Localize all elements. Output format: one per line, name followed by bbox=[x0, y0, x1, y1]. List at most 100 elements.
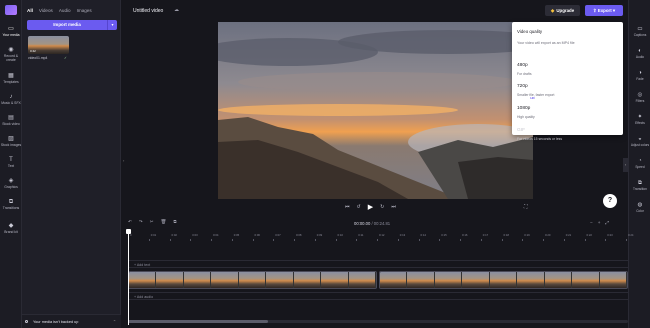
sidebar-item-text[interactable]: T Text bbox=[0, 157, 22, 168]
option-720p[interactable]: 720p Smaller file, faster export bbox=[517, 74, 555, 97]
skip-forward-icon[interactable]: ⏭ bbox=[391, 204, 396, 210]
property-fade[interactable]: ◑ Fade bbox=[629, 70, 650, 81]
ruler-tick-label: 0:20 bbox=[545, 233, 551, 237]
property-captions[interactable]: ▭ Captions bbox=[629, 26, 650, 37]
upgrade-button[interactable]: ◆ Upgrade bbox=[545, 5, 580, 16]
brand-icon: ◆ bbox=[8, 223, 14, 229]
transition-icon: ⧉ bbox=[638, 180, 642, 186]
sidebar-item-stock-images[interactable]: ▨ Stock images bbox=[0, 136, 22, 147]
sidebar-item-record-create[interactable]: ◉ Record & create bbox=[0, 47, 22, 62]
export-button[interactable]: ⇪ Export ▾ bbox=[585, 5, 623, 16]
text-track[interactable]: + Add text bbox=[128, 260, 628, 268]
property-label: Filters bbox=[635, 99, 645, 103]
forward-5s-icon[interactable]: ↻ bbox=[380, 204, 384, 210]
timeline-ruler[interactable]: 0 0:01 0:02 0:03 0:04 0:05 0:06 0:07 0:08 0:09 0:1… bbox=[128, 231, 633, 241]
skip-back-icon[interactable]: ⏮ bbox=[345, 204, 350, 210]
duplicate-icon[interactable]: ⧉ bbox=[173, 219, 176, 225]
zoom-out-icon[interactable]: − bbox=[590, 220, 593, 225]
video-clip[interactable] bbox=[379, 271, 628, 289]
fade-icon: ◑ bbox=[638, 70, 642, 76]
option-480p[interactable]: 480p For drafts bbox=[517, 53, 532, 76]
import-media-label: Import media bbox=[53, 22, 81, 27]
backup-notice[interactable]: Your media isn't backed up ⌃ bbox=[22, 314, 121, 328]
video-preview[interactable] bbox=[218, 22, 533, 199]
properties-rail: ▭ Captions ◐ Audio ◑ Fade ◎ Filters ✦ Effects ◒ Adj… bbox=[628, 0, 650, 328]
clip-frame bbox=[321, 272, 349, 288]
ruler-tick-label: 0:01 bbox=[150, 233, 157, 237]
add-audio-label: + Add audio bbox=[134, 295, 154, 299]
split-icon[interactable]: ✂ bbox=[150, 219, 154, 225]
clip-frame bbox=[489, 272, 518, 288]
tab-all[interactable]: All bbox=[27, 8, 33, 13]
sidebar-item-label: Transitions bbox=[2, 206, 20, 210]
sidebar-item-music-sfx[interactable]: ♪ Music & SFX bbox=[0, 94, 22, 105]
help-icon[interactable]: ? bbox=[603, 194, 617, 208]
property-color[interactable]: ◍ Color bbox=[629, 202, 650, 213]
menu-title: Video quality bbox=[517, 29, 543, 34]
redo-icon[interactable]: ↷ bbox=[139, 219, 143, 225]
sidebar-item-brand-kit[interactable]: ◆ Brand kit bbox=[0, 223, 22, 234]
video-track[interactable] bbox=[128, 271, 628, 289]
tab-audio[interactable]: Audio bbox=[59, 8, 71, 13]
fit-timeline-icon[interactable]: ⤢ bbox=[605, 220, 609, 225]
media-thumbnail[interactable]: 0:42 bbox=[28, 36, 69, 54]
ruler-tick-label: 0:06 bbox=[254, 233, 260, 237]
ruler-tick-label: 0:23 bbox=[607, 233, 613, 237]
tab-videos[interactable]: Videos bbox=[39, 8, 53, 13]
property-audio[interactable]: ◐ Audio bbox=[629, 48, 650, 59]
rewind-5s-icon[interactable]: ↺ bbox=[357, 204, 361, 210]
upgrade-label: Upgrade bbox=[556, 8, 575, 13]
undo-icon[interactable]: ↶ bbox=[128, 219, 132, 225]
project-title[interactable]: Untitled video bbox=[133, 8, 163, 14]
clipchamp-editor: ▭ Your media ◉ Record & create ▦ Templates ♪ Mu… bbox=[0, 0, 650, 328]
import-media-button[interactable]: Import media ▾ bbox=[27, 20, 117, 30]
timeline-scrollbar[interactable] bbox=[128, 320, 628, 323]
scrollbar-thumb[interactable] bbox=[128, 320, 268, 323]
sidebar-item-your-media[interactable]: ▭ Your media bbox=[0, 26, 22, 37]
backup-text: Your media isn't backed up bbox=[33, 320, 79, 324]
zoom-in-icon[interactable]: + bbox=[598, 220, 601, 225]
clip-frame bbox=[293, 272, 322, 288]
property-speed[interactable]: ◔ Speed bbox=[629, 158, 650, 169]
ruler-tick-mark bbox=[605, 239, 607, 241]
chevron-up-icon[interactable]: ⌃ bbox=[113, 315, 116, 328]
ruler-tick-mark bbox=[314, 239, 316, 241]
text-icon: T bbox=[9, 157, 13, 163]
ruler-tick-mark bbox=[377, 239, 378, 241]
playhead[interactable] bbox=[126, 229, 131, 325]
collapse-media-panel-icon[interactable]: ‹ bbox=[123, 158, 124, 163]
audio-track[interactable]: + Add audio bbox=[128, 292, 628, 300]
app-logo[interactable] bbox=[5, 5, 17, 15]
property-effects[interactable]: ✦ Effects bbox=[629, 114, 650, 125]
clip-frame bbox=[129, 272, 157, 288]
ruler-tick-mark bbox=[439, 239, 441, 241]
import-dropdown-chevron-icon[interactable]: ▾ bbox=[107, 20, 117, 30]
property-adjust-colors[interactable]: ◒ Adjust colors bbox=[629, 136, 650, 147]
speed-icon: ◔ bbox=[638, 158, 642, 164]
property-transition[interactable]: ⧉ Transition bbox=[629, 180, 650, 191]
film-icon: ▤ bbox=[8, 115, 14, 121]
ruler-tick-mark bbox=[418, 239, 420, 241]
ruler-tick-label: 0:04 bbox=[213, 233, 219, 237]
option-desc: For videos 15 seconds or less bbox=[517, 137, 563, 141]
option-1080p[interactable]: 1080pHD High quality bbox=[517, 96, 535, 119]
sidebar-item-label: Record & create bbox=[3, 54, 19, 62]
tab-images[interactable]: Images bbox=[77, 8, 92, 13]
fullscreen-icon[interactable]: ⛶ bbox=[524, 204, 528, 210]
current-time: 00:00.00 bbox=[354, 221, 371, 226]
ruler-tick-label: 0:09 bbox=[316, 233, 323, 237]
sidebar-item-templates[interactable]: ▦ Templates bbox=[0, 73, 22, 84]
property-filters[interactable]: ◎ Filters bbox=[629, 92, 650, 103]
play-icon[interactable]: ▶ bbox=[368, 203, 373, 211]
add-text-label: + Add text bbox=[134, 263, 151, 267]
delete-icon[interactable]: 🗑 bbox=[161, 219, 167, 225]
ruler-tick-label: 0:24 bbox=[628, 233, 634, 237]
transitions-icon: ⧉ bbox=[8, 199, 14, 205]
sidebar-item-transitions[interactable]: ⧉ Transitions bbox=[0, 199, 22, 210]
sidebar-item-stock-video[interactable]: ▤ Stock video bbox=[0, 115, 22, 126]
clip-frame bbox=[434, 272, 463, 288]
clip-frame bbox=[348, 272, 376, 288]
ruler-tick-label: 0:14 bbox=[420, 233, 426, 237]
sidebar-item-graphics[interactable]: ◈ Graphics bbox=[0, 178, 22, 189]
video-clip[interactable] bbox=[128, 271, 377, 289]
